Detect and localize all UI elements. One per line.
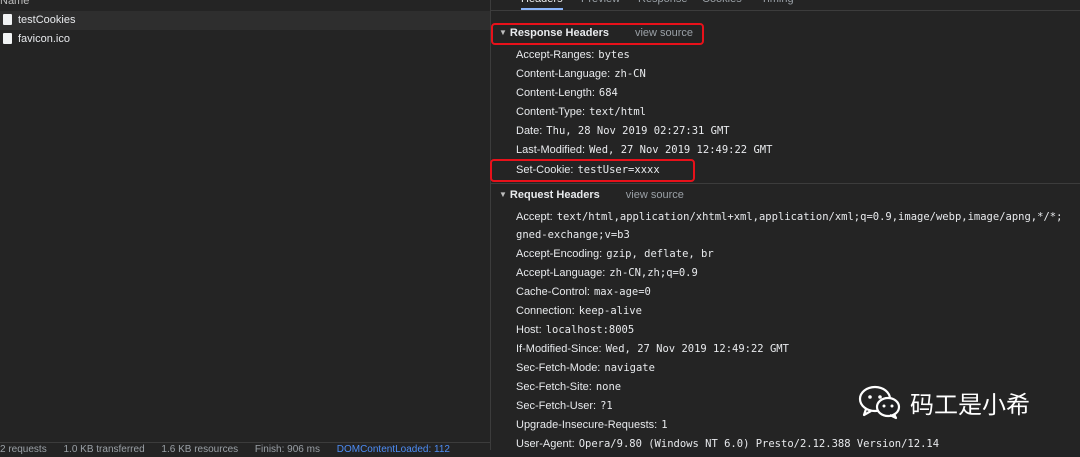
request-header-row: Sec-Fetch-Mode: navigate [516, 359, 655, 377]
header-value: bytes [598, 49, 630, 61]
header-key: Date: [516, 125, 543, 137]
request-header-row: Connection: keep-alive [516, 302, 642, 320]
request-row-favicon[interactable]: favicon.ico [0, 30, 490, 49]
response-header-row: Content-Type: text/html [516, 103, 646, 121]
header-key: Sec-Fetch-Site: [516, 381, 592, 393]
header-key: Sec-Fetch-Mode: [516, 362, 601, 374]
header-value: Opera/9.80 (Windows NT 6.0) Presto/2.12.… [578, 438, 940, 450]
header-value: navigate [604, 362, 655, 374]
request-name: testCookies [18, 14, 76, 26]
header-value: text/html,application/xhtml+xml,applicat… [556, 211, 1063, 223]
tab-timing[interactable]: Timing [761, 0, 794, 8]
header-value: text/html [589, 106, 646, 118]
header-value: max-age=0 [593, 286, 651, 298]
response-header-row: Last-Modified: Wed, 27 Nov 2019 12:49:22 … [516, 141, 772, 159]
request-header-row: Host: localhost:8005 [516, 321, 634, 339]
header-value: ?1 [600, 400, 613, 412]
header-value: zh-CN [614, 68, 646, 80]
set-cookie-highlight-box [490, 159, 695, 182]
header-key: Content-Language: [516, 68, 611, 80]
header-value: gzip, deflate, br [606, 248, 714, 260]
tab-preview[interactable]: Preview [581, 0, 620, 8]
header-value: 1 [661, 419, 668, 431]
header-key: Accept: [516, 211, 553, 223]
response-header-row: Accept-Ranges: bytes [516, 46, 630, 64]
response-header-row: Content-Language: zh-CN [516, 65, 646, 83]
tab-cookies[interactable]: Cookies [702, 0, 742, 8]
header-key: Accept-Ranges: [516, 49, 595, 61]
header-key: Sec-Fetch-User: [516, 400, 597, 412]
request-list-panel: Name testCookies favicon.ico 2 requests … [0, 0, 491, 457]
header-value: keep-alive [578, 305, 642, 317]
header-key: User-Agent: [516, 438, 575, 450]
detail-tabs: Headers Preview Response Cookies Timing [491, 0, 1080, 11]
wechat-icon [858, 385, 901, 420]
header-value: Thu, 28 Nov 2019 02:27:31 GMT [546, 125, 730, 137]
header-value: 684 [598, 87, 618, 99]
request-header-row: User-Agent: Opera/9.80 (Windows NT 6.0) P… [516, 435, 939, 453]
watermark: 码工是小希 [858, 380, 1058, 424]
header-key: Last-Modified: [516, 144, 586, 156]
request-headers-toggle[interactable]: ▼ Request Headers view source [499, 186, 684, 204]
request-header-row: If-Modified-Since: Wed, 27 Nov 2019 12:49… [516, 340, 789, 358]
header-value: Wed, 27 Nov 2019 12:49:22 GMT [589, 144, 773, 156]
request-header-row: Sec-Fetch-Site: none [516, 378, 621, 396]
request-headers-title: Request Headers [509, 189, 600, 201]
tab-response[interactable]: Response [638, 0, 688, 8]
request-header-row: Accept: text/html,application/xhtml+xml,a… [516, 208, 1062, 226]
watermark-text: 码工是小希 [910, 390, 1030, 419]
header-key: Accept-Language: [516, 267, 606, 279]
document-icon [3, 33, 12, 44]
request-view-source-link[interactable]: view source [626, 189, 684, 201]
tab-headers[interactable]: Headers [521, 0, 563, 10]
request-header-row: Accept-Language: zh-CN,zh;q=0.9 [516, 264, 698, 282]
header-value: Wed, 27 Nov 2019 12:49:22 GMT [605, 343, 789, 355]
header-key: Connection: [516, 305, 575, 317]
header-value: localhost:8005 [545, 324, 635, 336]
request-row-testcookies[interactable]: testCookies [0, 11, 490, 30]
header-key: Accept-Encoding: [516, 248, 603, 260]
section-divider [491, 183, 1080, 184]
header-value: gned-exchange;v=b3 [516, 229, 630, 241]
request-header-row: Accept-Encoding: gzip, deflate, br [516, 245, 714, 263]
header-key: Content-Type: [516, 106, 586, 118]
request-header-row: Cache-Control: max-age=0 [516, 283, 651, 301]
header-key: Host: [516, 324, 542, 336]
response-header-row: Content-Length: 684 [516, 84, 618, 102]
response-headers-highlight-box [491, 23, 704, 45]
header-value: zh-CN,zh;q=0.9 [609, 267, 698, 279]
header-key: Upgrade-Insecure-Requests: [516, 419, 658, 431]
header-key: If-Modified-Since: [516, 343, 602, 355]
request-header-row: Upgrade-Insecure-Requests: 1 [516, 416, 668, 434]
request-header-row: gned-exchange;v=b3 [516, 226, 630, 244]
response-header-row: Date: Thu, 28 Nov 2019 02:27:31 GMT [516, 122, 730, 140]
header-key: Cache-Control: [516, 286, 590, 298]
request-name: favicon.ico [18, 33, 70, 45]
header-value: none [595, 381, 622, 393]
header-key: Content-Length: [516, 87, 595, 99]
request-header-row: Sec-Fetch-User: ?1 [516, 397, 613, 415]
triangle-down-icon: ▼ [499, 190, 507, 199]
document-icon [3, 14, 12, 25]
